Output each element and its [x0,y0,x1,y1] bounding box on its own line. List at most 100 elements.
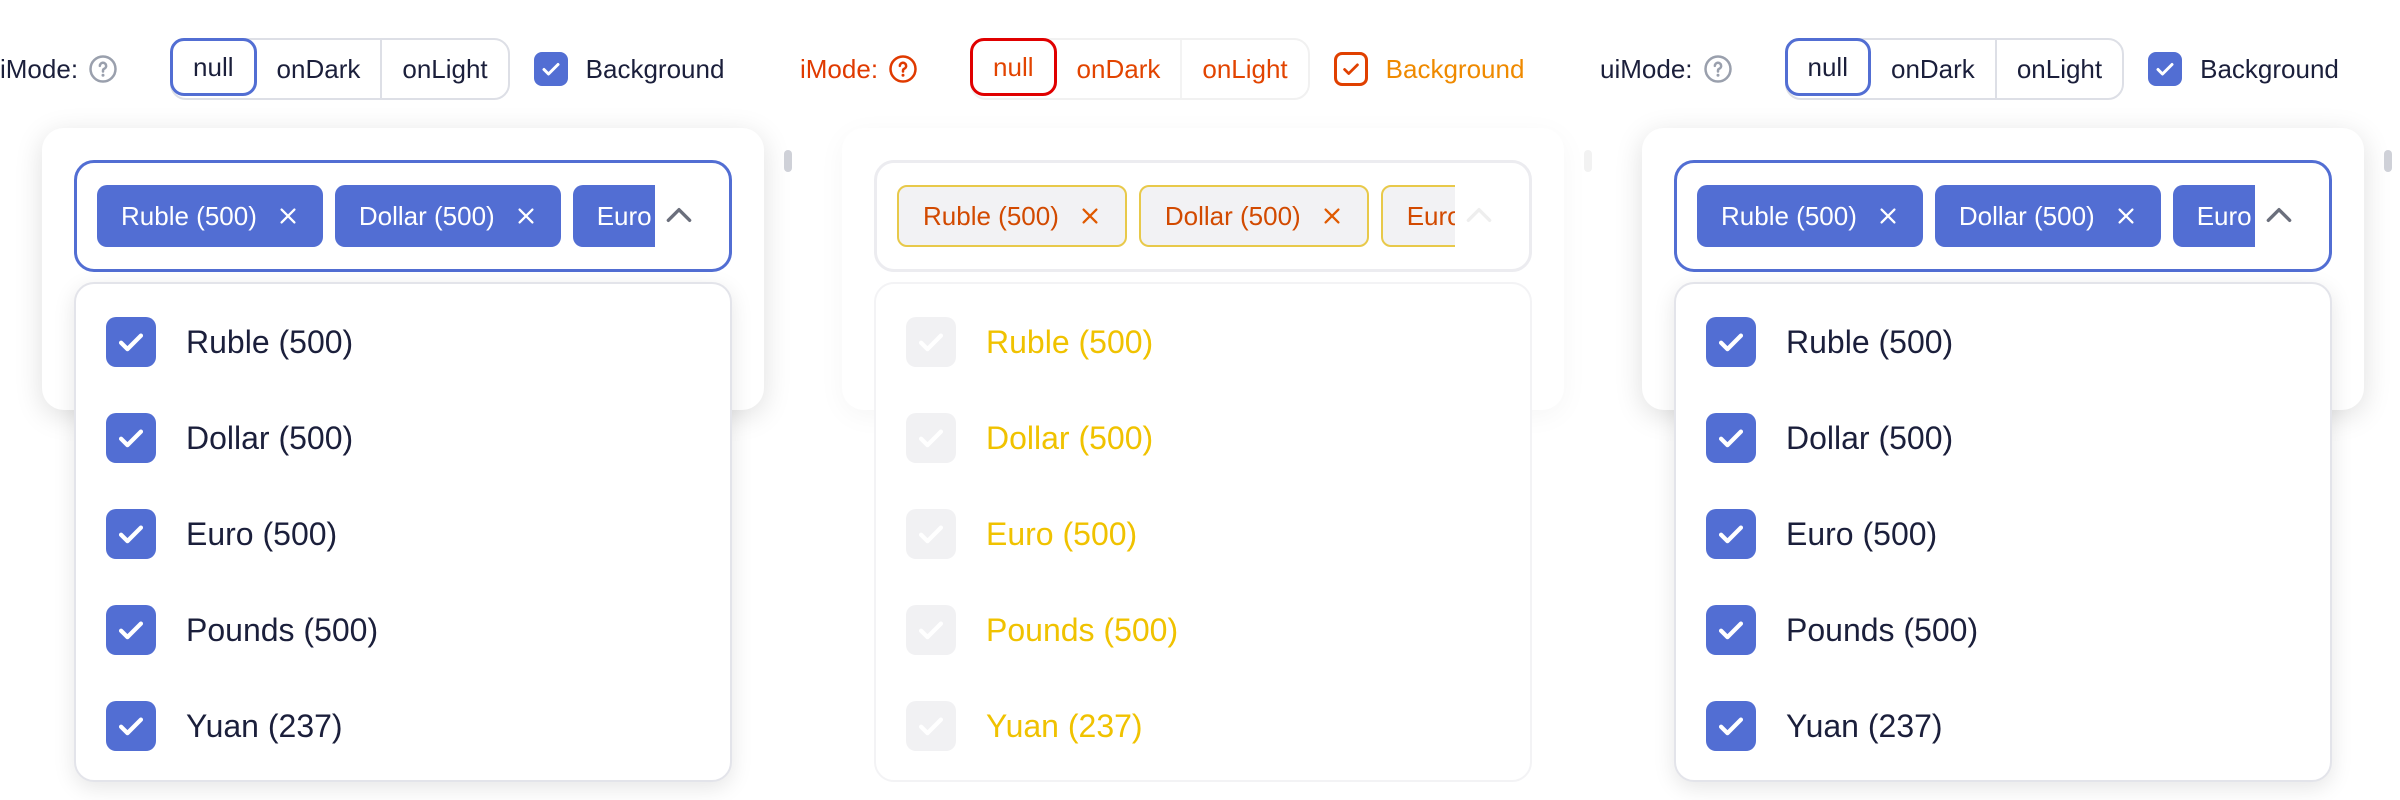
mode-option-ondark[interactable]: onDark [257,40,383,98]
mode-option-null[interactable]: null [1784,38,1871,96]
mode-toolbar: uiMode: null onDark onLight Background [1600,36,2339,102]
close-icon[interactable] [2115,205,2137,227]
close-icon[interactable] [1877,205,1899,227]
scrollbar-thumb[interactable] [784,150,792,172]
close-icon[interactable] [1321,205,1343,227]
chevron-up-icon[interactable] [1463,199,1495,231]
tag-label: Ruble (500) [1721,200,1857,231]
mode-label: iMode: [0,54,118,85]
chevron-up-icon[interactable] [663,199,695,231]
check-icon[interactable] [906,701,956,751]
preview-panel-middle: iMode: null onDark onLight Background Ru… [800,0,1600,800]
check-icon[interactable] [1706,605,1756,655]
check-icon[interactable] [533,52,568,86]
option-label: Dollar (500) [186,419,354,456]
option-yuan[interactable]: Yuan (237) [1676,678,2330,774]
selected-tags: Ruble (500) Dollar (500) Euro [1697,185,2255,247]
option-label: Pounds (500) [1786,611,1979,648]
option-yuan[interactable]: Yuan (237) [876,678,1530,774]
close-icon[interactable] [515,205,537,227]
option-label: Euro (500) [986,515,1138,552]
tag-euro: Euro [1380,185,1455,247]
check-icon[interactable] [1706,413,1756,463]
option-dollar[interactable]: Dollar (500) [1676,390,2330,486]
multi-select-combobox[interactable]: Ruble (500) Dollar (500) Euro [874,160,1532,272]
tag-label: Dollar (500) [1164,200,1301,231]
check-icon[interactable] [1706,701,1756,751]
option-euro[interactable]: Euro (500) [76,486,730,582]
check-icon[interactable] [1706,509,1756,559]
preview-panel-right: uiMode: null onDark onLight Background R… [1600,0,2400,800]
mode-option-ondark[interactable]: onDark [1057,40,1183,98]
background-label: Background [1385,53,1525,84]
option-label: Pounds (500) [186,611,379,648]
option-yuan[interactable]: Yuan (237) [76,678,730,774]
check-icon[interactable] [1333,52,1368,86]
check-icon[interactable] [106,701,156,751]
check-icon[interactable] [106,605,156,655]
option-label: Ruble (500) [186,323,354,360]
option-euro[interactable]: Euro (500) [876,486,1530,582]
mode-label: uiMode: [1600,54,1733,85]
option-ruble[interactable]: Ruble (500) [76,294,730,390]
option-label: Yuan (237) [1786,707,1943,744]
background-toggle[interactable]: Background [1333,52,1525,86]
mode-label-text: iMode: [800,53,879,84]
mode-segmented-control: null onDark onLight [170,38,510,100]
option-label: Pounds (500) [986,611,1179,648]
option-dollar[interactable]: Dollar (500) [76,390,730,486]
check-icon[interactable] [906,317,956,367]
mode-option-ondark[interactable]: onDark [1871,40,1997,98]
check-icon[interactable] [906,509,956,559]
option-ruble[interactable]: Ruble (500) [876,294,1530,390]
options-dropdown: Ruble (500) Dollar (500) Euro (500) Poun… [74,282,732,782]
mode-option-onlight[interactable]: onLight [1182,40,1307,98]
tag-ruble: Ruble (500) [1697,185,1923,247]
mode-segmented-control: null onDark onLight [1784,38,2125,100]
multi-select-combobox[interactable]: Ruble (500) Dollar (500) Euro [74,160,732,272]
scrollbar-thumb[interactable] [1584,150,1592,172]
background-toggle[interactable]: Background [2148,52,2339,86]
tag-euro: Euro [572,185,655,247]
check-icon[interactable] [106,509,156,559]
option-label: Euro (500) [1786,515,1938,552]
tag-label: Dollar (500) [1958,200,2095,231]
option-euro[interactable]: Euro (500) [1676,486,2330,582]
preview-panel-left: iMode: null onDark onLight Background Ru… [0,0,800,800]
option-pounds[interactable]: Pounds (500) [76,582,730,678]
multi-select-combobox[interactable]: Ruble (500) Dollar (500) Euro [1674,160,2332,272]
background-toggle[interactable]: Background [533,52,724,86]
option-ruble[interactable]: Ruble (500) [1676,294,2330,390]
mode-label-text: iMode: [0,53,79,84]
tag-ruble: Ruble (500) [97,185,323,247]
check-icon[interactable] [1706,317,1756,367]
tag-dollar: Dollar (500) [1934,185,2161,247]
tag-label: Ruble (500) [121,200,257,231]
mode-toolbar: iMode: null onDark onLight Background [800,36,1524,102]
check-icon[interactable] [906,413,956,463]
option-pounds[interactable]: Pounds (500) [876,582,1530,678]
check-icon[interactable] [906,605,956,655]
check-icon[interactable] [106,413,156,463]
check-icon[interactable] [2148,52,2183,86]
tag-ruble: Ruble (500) [897,185,1127,247]
mode-option-onlight[interactable]: onLight [1997,40,2122,98]
option-label: Yuan (237) [186,707,343,744]
mode-option-null[interactable]: null [970,38,1057,96]
scrollbar-thumb[interactable] [2384,150,2392,172]
option-label: Dollar (500) [986,419,1154,456]
close-icon[interactable] [277,205,299,227]
mode-option-null[interactable]: null [170,38,257,96]
option-label: Euro (500) [186,515,338,552]
mode-option-onlight[interactable]: onLight [382,40,507,98]
tag-label: Ruble (500) [923,200,1059,231]
option-label: Ruble (500) [986,323,1154,360]
question-circle-icon[interactable] [88,54,118,84]
question-circle-icon[interactable] [888,54,918,84]
option-dollar[interactable]: Dollar (500) [876,390,1530,486]
check-icon[interactable] [106,317,156,367]
option-pounds[interactable]: Pounds (500) [1676,582,2330,678]
close-icon[interactable] [1079,205,1101,227]
chevron-up-icon[interactable] [2263,199,2295,231]
question-circle-icon[interactable] [1703,54,1733,84]
